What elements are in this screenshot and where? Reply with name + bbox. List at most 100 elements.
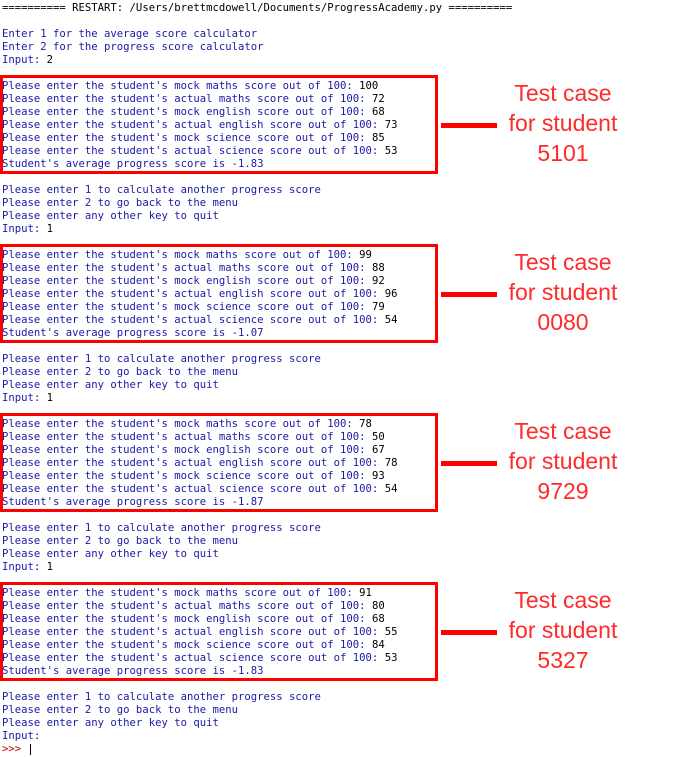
prompt-text: Please enter the student's mock maths sc… [2,587,360,599]
test-case-label: Test case for student 5327 [498,585,628,675]
prompt-text: Please enter the student's mock maths sc… [2,418,360,430]
prompt-text: Please enter the student's actual maths … [2,93,372,105]
again-menu-line-3: Please enter any other key to quit [2,717,219,729]
student-id: 0080 [537,309,589,335]
result-value: -1.07 [231,327,264,339]
again-menu-line-2: Please enter 2 to go back to the menu [2,197,238,209]
result-value: -1.87 [231,496,264,508]
result-line: Student's average progress score is -1.8… [2,665,264,678]
menu-input-line: Input: 2 [2,54,53,67]
student-id: 5101 [537,140,589,166]
score-prompt-line: Please enter the student's actual scienc… [2,314,397,327]
label-line: for student [508,279,618,305]
restart-header: ========== RESTART: /Users/brettmcdowell… [2,2,513,14]
result-prefix: Student's average progress score is [2,496,232,508]
score-value: 50 [371,431,385,443]
score-value: 53 [384,145,398,157]
score-value: 100 [359,80,379,92]
prompt-text: Please enter the student's actual englis… [2,288,385,300]
score-value: 88 [371,262,385,274]
input-value: 1 [46,223,54,235]
again-menu-line-3: Please enter any other key to quit [2,548,219,560]
annotation-arrow [441,630,497,635]
test-case-label: Test case for student 0080 [498,247,628,337]
score-value: 93 [371,470,385,482]
again-menu-line-1: Please enter 1 to calculate another prog… [2,353,321,365]
label-line: for student [508,448,618,474]
again-menu-line-3: Please enter any other key to quit [2,210,219,222]
annotation-arrow [441,461,497,466]
prompt-text: Please enter the student's actual englis… [2,119,385,131]
result-line: Student's average progress score is -1.8… [2,158,264,171]
score-value: 80 [371,600,385,612]
result-line: Student's average progress score is -1.0… [2,327,264,340]
again-input-line: Input: [2,730,47,743]
prompt-text: Please enter the student's mock science … [2,132,372,144]
prompt-text: Please enter the student's mock english … [2,444,372,456]
input-value: 1 [46,561,54,573]
score-value: 84 [371,639,385,651]
score-value: 99 [359,249,372,261]
input-prompt: Input: [2,392,47,404]
student-id: 9729 [537,478,589,504]
score-prompt-line: Please enter the student's actual scienc… [2,483,397,496]
score-prompt-line: Please enter the student's mock science … [2,639,385,652]
score-value: 96 [384,288,398,300]
again-menu-line-2: Please enter 2 to go back to the menu [2,366,238,378]
again-menu-line-1: Please enter 1 to calculate another prog… [2,522,321,534]
menu-line-average: Enter 1 for the average score calculator [2,28,258,40]
score-prompt-line: Please enter the student's actual scienc… [2,145,397,158]
score-prompt-line: Please enter the student's actual maths … [2,600,385,613]
score-prompt-line: Please enter the student's mock english … [2,275,385,288]
score-prompt-line: Please enter the student's actual englis… [2,626,397,639]
again-input-line: Input: 1 [2,223,53,236]
score-prompt-line: Please enter the student's mock english … [2,106,385,119]
score-prompt-line: Please enter the student's mock science … [2,132,385,145]
test-case-label: Test case for student 5101 [498,78,628,168]
score-value: 68 [371,106,385,118]
score-value: 79 [371,301,385,313]
prompt-text: Please enter the student's actual maths … [2,600,372,612]
prompt-text: Please enter the student's actual scienc… [2,145,385,157]
score-value: 78 [384,457,398,469]
test-case-label: Test case for student 9729 [498,416,628,506]
label-line: for student [508,617,618,643]
label-line: Test case [514,80,612,106]
prompt-text: Please enter the student's actual scienc… [2,652,385,664]
annotation-arrow [441,292,497,297]
score-prompt-line: Please enter the student's mock science … [2,301,385,314]
score-prompt-line: Please enter the student's actual maths … [2,431,385,444]
prompt-text: Please enter the student's actual scienc… [2,314,385,326]
score-value: 92 [371,275,385,287]
again-input-line: Input: 1 [2,392,53,405]
input-prompt: Input: [2,223,47,235]
again-input-line: Input: 1 [2,561,53,574]
prompt-text: Please enter the student's mock maths sc… [2,249,360,261]
menu-line-progress: Enter 2 for the progress score calculato… [2,41,264,53]
result-prefix: Student's average progress score is [2,327,232,339]
score-value: 54 [384,483,398,495]
score-prompt-line: Please enter the student's actual maths … [2,262,385,275]
score-value: 91 [359,587,372,599]
score-prompt-line: Please enter the student's actual scienc… [2,652,397,665]
annotation-arrow [441,123,497,128]
shell-prompt-line[interactable]: >>> [2,743,31,756]
score-prompt-line: Please enter the student's mock maths sc… [2,418,372,431]
score-value: 72 [371,93,385,105]
score-prompt-line: Please enter the student's mock science … [2,470,385,483]
prompt-text: Please enter the student's actual englis… [2,626,385,638]
text-cursor[interactable] [29,743,31,755]
score-prompt-line: Please enter the student's mock maths sc… [2,80,378,93]
score-value: 67 [371,444,385,456]
score-value: 85 [371,132,385,144]
score-prompt-line: Please enter the student's actual englis… [2,457,397,470]
input-prompt: Input: [2,54,47,66]
score-prompt-line: Please enter the student's mock english … [2,444,385,457]
label-line: for student [508,110,618,136]
score-prompt-line: Please enter the student's actual maths … [2,93,385,106]
score-value: 78 [359,418,372,430]
prompt-text: Please enter the student's mock science … [2,470,372,482]
score-value: 55 [384,626,398,638]
label-line: Test case [514,249,612,275]
prompt-text: Please enter the student's actual maths … [2,431,372,443]
